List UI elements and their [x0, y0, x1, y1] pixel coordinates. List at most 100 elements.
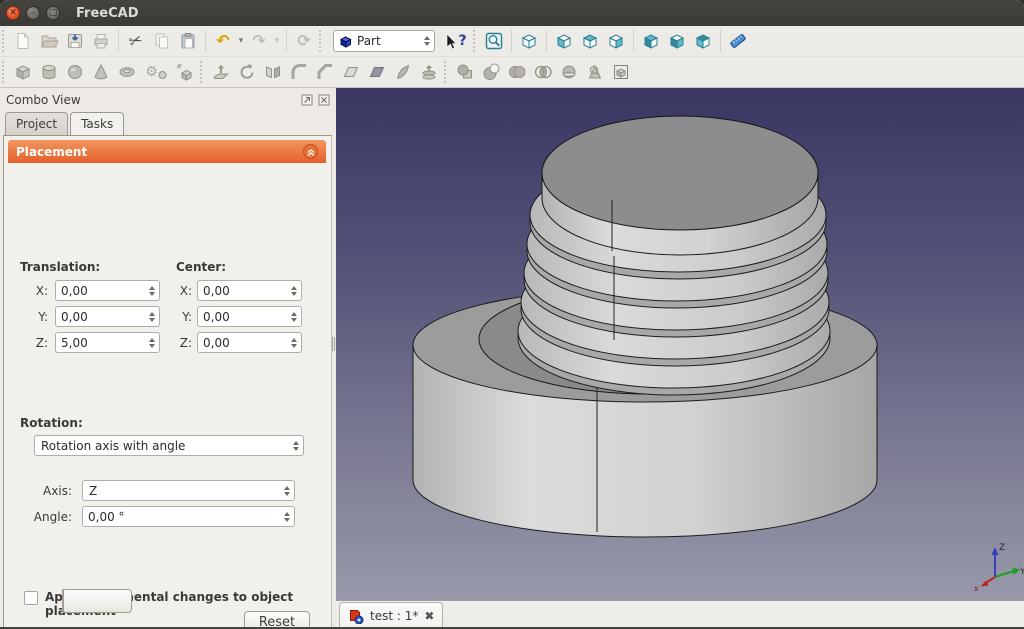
- translation-y-input[interactable]: [55, 306, 160, 327]
- copy-icon[interactable]: [149, 28, 175, 54]
- threaded-part-model[interactable]: [413, 116, 877, 537]
- combo-steppers[interactable]: [293, 441, 299, 451]
- translation-x-input[interactable]: [55, 280, 160, 301]
- rear-view-icon[interactable]: [638, 28, 664, 54]
- translation-z-input[interactable]: [55, 332, 160, 353]
- paste-icon[interactable]: [175, 28, 201, 54]
- document-tab-close-icon[interactable]: ✖: [424, 610, 434, 622]
- redo-dropdown-icon[interactable]: ▾: [272, 36, 282, 46]
- combo-steppers[interactable]: [284, 486, 290, 496]
- compound-icon[interactable]: [608, 59, 634, 85]
- center-z-label: Z:: [162, 336, 192, 350]
- fillet-icon[interactable]: [286, 59, 312, 85]
- tab-project[interactable]: Project: [5, 112, 68, 135]
- open-file-icon[interactable]: [36, 28, 62, 54]
- shape-builder-icon[interactable]: [172, 59, 198, 85]
- 3d-viewport[interactable]: Z Y x: [336, 88, 1024, 600]
- center-y-label: Y:: [162, 310, 192, 324]
- window-close-button[interactable]: ✕: [6, 6, 20, 20]
- save-file-icon[interactable]: [62, 28, 88, 54]
- sweep-icon[interactable]: [416, 59, 442, 85]
- translation-x-label: X:: [18, 284, 48, 298]
- document-tab[interactable]: test : 1* ✖: [339, 602, 443, 629]
- union-icon[interactable]: [504, 59, 530, 85]
- angle-input[interactable]: [82, 506, 295, 527]
- toolbar-grip[interactable]: [444, 61, 448, 83]
- box-icon[interactable]: [10, 59, 36, 85]
- undo-dropdown-icon[interactable]: ▾: [236, 36, 246, 46]
- print-icon[interactable]: [88, 28, 114, 54]
- revolve-icon[interactable]: [234, 59, 260, 85]
- extrude-icon[interactable]: [208, 59, 234, 85]
- boolean-icon[interactable]: [452, 59, 478, 85]
- cone-icon[interactable]: [88, 59, 114, 85]
- collapse-section-icon[interactable]: [303, 144, 318, 159]
- spin-steppers[interactable]: [291, 338, 297, 348]
- cylinder-icon[interactable]: [36, 59, 62, 85]
- spin-steppers[interactable]: [291, 286, 297, 296]
- toolbar-separator: [286, 30, 287, 52]
- create-primitives-icon[interactable]: ⚙: [140, 59, 172, 85]
- axis-label: Axis:: [30, 484, 72, 498]
- spin-steppers[interactable]: [149, 286, 155, 296]
- section-icon[interactable]: [556, 59, 582, 85]
- axonometric-view-icon[interactable]: [516, 28, 542, 54]
- cut-boolean-icon[interactable]: [478, 59, 504, 85]
- fit-all-icon[interactable]: [481, 28, 507, 54]
- tasks-panel: Placement: [3, 135, 332, 629]
- rotation-mode-select[interactable]: Rotation axis with angle: [34, 435, 304, 456]
- reset-button[interactable]: Reset: [244, 611, 310, 629]
- intersection-icon[interactable]: [530, 59, 556, 85]
- sphere-icon[interactable]: [62, 59, 88, 85]
- left-view-icon[interactable]: [690, 28, 716, 54]
- chamfer-icon[interactable]: [312, 59, 338, 85]
- tab-tasks[interactable]: Tasks: [70, 112, 124, 135]
- window-maximize-button[interactable]: ▢: [46, 6, 60, 20]
- combo-view-tabs: Project Tasks: [5, 112, 126, 135]
- toolbar-grip[interactable]: [473, 30, 477, 52]
- toolbar-grip[interactable]: [200, 61, 204, 83]
- float-panel-icon[interactable]: [300, 94, 313, 107]
- undo-icon[interactable]: ↶: [210, 28, 236, 54]
- make-face-icon[interactable]: [338, 59, 364, 85]
- spin-steppers[interactable]: [291, 312, 297, 322]
- toolbar-grip[interactable]: [2, 61, 6, 83]
- cross-sections-icon[interactable]: [582, 59, 608, 85]
- axis-select[interactable]: Z: [82, 480, 295, 501]
- spin-steppers[interactable]: [149, 338, 155, 348]
- top-view-icon[interactable]: [577, 28, 603, 54]
- spin-steppers[interactable]: [284, 512, 290, 522]
- workbench-selector[interactable]: Part: [333, 30, 435, 52]
- whats-this-icon[interactable]: ?: [441, 28, 471, 54]
- combo-steppers[interactable]: [424, 36, 430, 46]
- toolbar-separator: [511, 30, 512, 52]
- torus-icon[interactable]: [114, 59, 140, 85]
- right-view-icon[interactable]: [603, 28, 629, 54]
- cut-icon[interactable]: ✂: [123, 28, 149, 54]
- refresh-icon[interactable]: ⟳: [291, 28, 317, 54]
- spin-steppers[interactable]: [149, 312, 155, 322]
- svg-text:Y: Y: [1019, 567, 1024, 577]
- center-x-input[interactable]: [197, 280, 302, 301]
- combo-view-title: Combo View: [6, 93, 296, 107]
- incremental-checkbox[interactable]: [24, 591, 38, 605]
- front-view-icon[interactable]: [551, 28, 577, 54]
- center-z-input[interactable]: [197, 332, 302, 353]
- new-file-icon[interactable]: [10, 28, 36, 54]
- ruled-surface-icon[interactable]: [364, 59, 390, 85]
- close-panel-icon[interactable]: [317, 94, 330, 107]
- center-heading: Center:: [176, 260, 226, 274]
- mirror-icon[interactable]: [260, 59, 286, 85]
- toolbar-separator: [205, 30, 206, 52]
- center-y-input[interactable]: [197, 306, 302, 327]
- bottom-view-icon[interactable]: [664, 28, 690, 54]
- window-minimize-button[interactable]: –: [26, 6, 40, 20]
- toolbar-grip[interactable]: [2, 30, 6, 52]
- window-title: FreeCAD: [76, 6, 139, 21]
- loft-icon[interactable]: [390, 59, 416, 85]
- redo-icon[interactable]: ↷: [246, 28, 272, 54]
- titlebar[interactable]: ✕ – ▢ FreeCAD: [0, 0, 1024, 26]
- placement-header[interactable]: Placement: [8, 140, 326, 163]
- toolbar-grip[interactable]: [319, 30, 323, 52]
- measure-distance-icon[interactable]: [725, 28, 751, 54]
